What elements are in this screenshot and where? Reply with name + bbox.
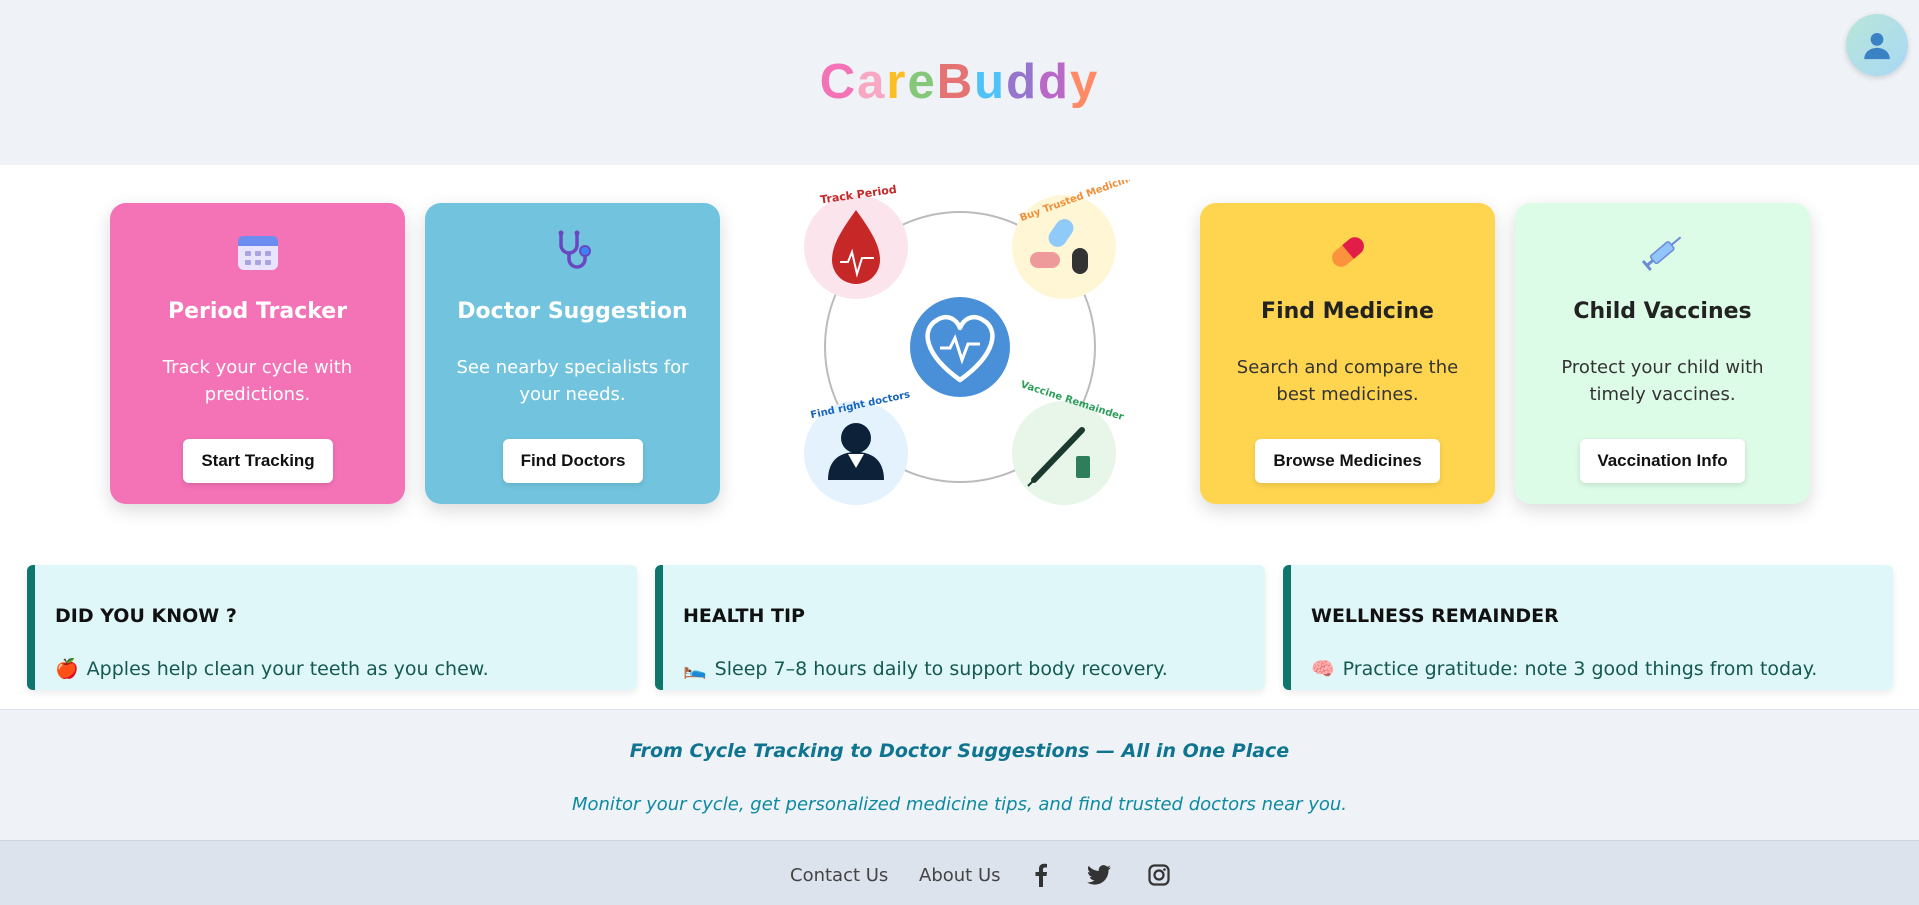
tip-heading: WELLNESS REMAINDER [1311,605,1559,627]
pill-icon [1200,227,1495,277]
logo-letter: y [1069,55,1100,109]
logo-letter: r [886,55,908,109]
logo[interactable]: CareBuddy [0,54,1919,110]
care-cycle-diagram: Track Period Buy Trusted Medicines Find … [790,170,1142,520]
card-find-medicine: Find Medicine Search and compare the bes… [1200,203,1495,504]
tip-text: 🛌 Sleep 7–8 hours daily to support body r… [683,658,1168,680]
tip-card-wellness: WELLNESS REMAINDER 🧠 Practice gratitude: … [1283,565,1893,690]
tip-heading: HEALTH TIP [683,605,805,627]
apple-icon: 🍎 [55,658,79,680]
tip-card-did-you-know: DID YOU KNOW ? 🍎 Apples help clean your t… [27,565,637,690]
logo-letter: d [1038,55,1070,109]
bed-icon: 🛌 [683,658,707,680]
facebook-icon[interactable] [1027,861,1055,889]
card-description: Search and compare the best medicines. [1236,357,1459,405]
calendar-icon [110,227,405,277]
logo-letter: B [936,55,975,109]
browse-medicines-button[interactable]: Browse Medicines [1255,439,1440,483]
twitter-icon[interactable] [1085,861,1113,889]
card-description: Track your cycle with predictions. [162,357,353,405]
tip-heading: DID YOU KNOW ? [55,605,237,627]
tagline-subline: Monitor your cycle, get personalized med… [571,794,1348,815]
contact-us-link[interactable]: Contact Us [790,865,888,886]
card-title: Find Medicine [1261,299,1434,324]
brain-icon: 🧠 [1311,658,1335,680]
logo-letter: C [819,55,858,109]
tip-text: 🧠 Practice gratitude: note 3 good things … [1311,658,1818,680]
logo-letter: a [857,55,887,109]
tagline-headline: From Cycle Tracking to Doctor Suggestion… [629,740,1290,762]
tip-card-health-tip: HEALTH TIP 🛌 Sleep 7–8 hours daily to sup… [655,565,1265,690]
user-icon [1864,32,1890,60]
tagline-section: From Cycle Tracking to Doctor Suggestion… [0,709,1919,840]
logo-letter: d [1006,55,1039,109]
logo-letter: u [974,55,1007,109]
card-title: Period Tracker [167,299,348,324]
card-doctor-suggestion: Doctor Suggestion See nearby specialists… [425,203,720,504]
card-title: Doctor Suggestion [457,299,688,324]
footer: Contact Us About Us [0,840,1919,905]
avatar[interactable] [1846,14,1908,76]
stethoscope-icon [425,227,720,277]
card-title: Child Vaccines [1573,299,1752,324]
instagram-icon[interactable] [1145,861,1173,889]
tip-text: 🍎 Apples help clean your teeth as you che… [55,658,489,680]
card-period-tracker: Period Tracker Track your cycle with pre… [110,203,405,504]
find-doctors-button[interactable]: Find Doctors [503,439,643,483]
start-tracking-button[interactable]: Start Tracking [183,439,333,483]
card-child-vaccines: Child Vaccines Protect your child with t… [1515,203,1810,504]
syringe-icon [1515,227,1810,277]
card-description: See nearby specialists for your needs. [456,357,689,405]
header: CareBuddy [0,0,1919,165]
vaccination-info-button[interactable]: Vaccination Info [1580,439,1745,483]
logo-letter: e [907,55,937,109]
about-us-link[interactable]: About Us [919,865,1001,886]
card-description: Protect your child with timely vaccines. [1561,357,1764,405]
